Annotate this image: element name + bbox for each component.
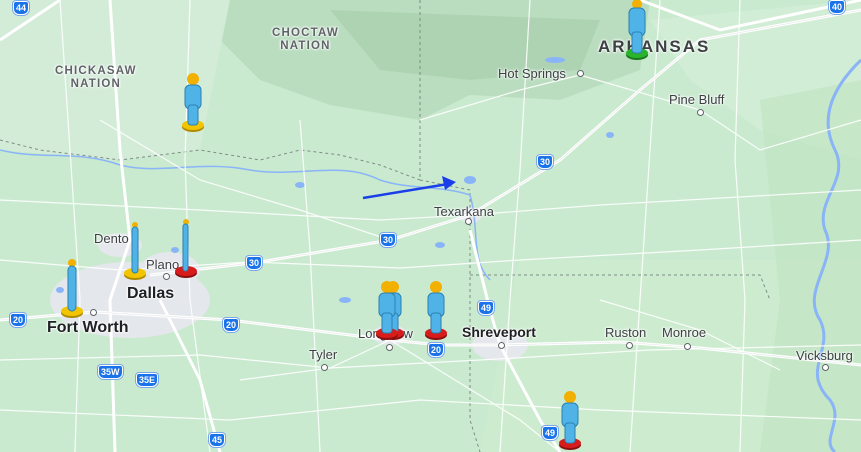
city-dot [386,344,393,351]
interstate-shield-i30: 30 [537,155,554,169]
city-dot [465,218,472,225]
city-label-texarkana[interactable]: Texarkana [434,204,494,219]
interstate-shield-i44: 44 [13,1,30,15]
city-label-hot-springs[interactable]: Hot Springs [498,66,566,81]
region-label-line: CHOCTAW [272,27,339,39]
city-dot [321,364,328,371]
interstate-shield-i45: 45 [209,433,226,447]
interstate-shield-i20: 20 [10,313,27,327]
pegman-marker-icon[interactable] [624,0,650,62]
pegman-marker-icon[interactable] [557,390,583,452]
city-dot [626,342,633,349]
city-dot [577,70,584,77]
interstate-shield-i49: 49 [478,301,495,315]
map-canvas[interactable]: CHOCTAW NATION CHICKASAW NATION ARKANSAS… [0,0,861,452]
city-dot [163,273,170,280]
pegman-marker-icon[interactable] [423,280,449,342]
region-label-chickasaw-nation: CHICKASAW NATION [55,65,137,91]
pegman-marker-icon[interactable] [173,218,199,280]
interstate-shield-i30: 30 [380,233,397,247]
interstate-shield-i49: 49 [542,426,559,440]
interstate-shield-i20: 20 [223,318,240,332]
city-label-shreveport[interactable]: Shreveport [462,324,536,340]
city-label-ruston[interactable]: Ruston [605,325,646,340]
interstate-shield-i35w: 35W [98,365,123,379]
region-label-line: NATION [70,78,122,90]
pegman-marker-icon[interactable] [180,72,206,134]
city-dot [498,342,505,349]
state-label-arkansas: ARKANSAS [598,37,711,56]
city-label-pine-bluff[interactable]: Pine Bluff [669,92,724,107]
region-label-line: CHICKASAW [55,65,137,77]
city-dot [822,364,829,371]
region-label-choctaw-nation: CHOCTAW NATION [272,27,339,53]
pegman-marker-icon[interactable] [122,220,148,282]
city-dot [684,343,691,350]
city-label-monroe[interactable]: Monroe [662,325,706,340]
pegman-marker-icon[interactable] [59,258,85,320]
city-label-fort-worth[interactable]: Fort Worth [47,319,128,337]
city-dot [90,309,97,316]
region-label-line: NATION [280,40,331,52]
interstate-shield-i20: 20 [428,343,445,357]
pegman-marker-icon[interactable] [374,280,400,342]
city-label-tyler[interactable]: Tyler [309,347,337,362]
interstate-shield-i40: 40 [829,0,846,14]
city-label-dallas[interactable]: Dallas [127,285,174,303]
city-label-vicksburg[interactable]: Vicksburg [796,348,853,363]
city-dot [697,109,704,116]
interstate-shield-i35e: 35E [136,373,159,387]
interstate-shield-i30: 30 [246,256,263,270]
